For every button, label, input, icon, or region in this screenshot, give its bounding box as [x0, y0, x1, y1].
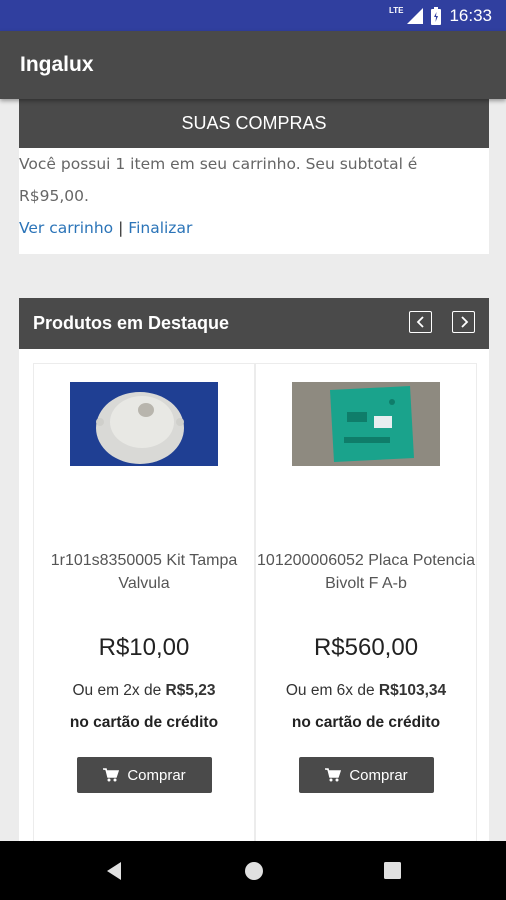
product-price: R$10,00 [98, 634, 190, 661]
cart-summary: SUAS COMPRAS Você possui 1 item em seu c… [19, 99, 489, 254]
installment-value: R$103,34 [378, 682, 447, 699]
carousel-next-button[interactable] [452, 311, 475, 333]
view-cart-link[interactable]: Ver carrinho [19, 219, 113, 237]
status-icons: LTE 16:33 [389, 5, 492, 27]
navigation-bar [0, 841, 506, 900]
product-card[interactable]: 101200006052 Placa Potencia Bivolt F A-b… [255, 363, 477, 841]
app-bar: Ingalux [0, 31, 506, 99]
cart-links: Ver carrinho | Finalizar [19, 212, 489, 244]
chevron-right-icon [460, 316, 468, 328]
featured-header: Produtos em Destaque [19, 298, 489, 349]
checkout-link[interactable]: Finalizar [128, 219, 192, 237]
app-title: Ingalux [20, 53, 94, 76]
product-name[interactable]: 1r101s8350005 Kit Tampa Valvula [34, 549, 254, 595]
home-icon[interactable] [244, 861, 264, 881]
installments-text: Ou em 6x de R$103,34 [256, 682, 476, 700]
buy-button-label: Comprar [127, 766, 186, 784]
cart-summary-text: Você possui 1 item em seu carrinho. Seu … [19, 155, 418, 205]
signal-icon [407, 8, 424, 24]
battery-icon [431, 7, 442, 25]
product-price: R$560,00 [313, 634, 419, 661]
link-separator: | [118, 219, 124, 237]
back-icon[interactable] [105, 861, 123, 881]
carousel-prev-button[interactable] [409, 311, 432, 333]
cart-header: SUAS COMPRAS [19, 99, 489, 148]
product-name[interactable]: 101200006052 Placa Potencia Bivolt F A-b [256, 549, 476, 595]
buy-button-label: Comprar [349, 766, 408, 784]
page-content[interactable]: SUAS COMPRAS Você possui 1 item em seu c… [0, 99, 506, 841]
chevron-left-icon [416, 316, 424, 328]
product-card[interactable]: 1r101s8350005 Kit Tampa Valvula R$10,00 … [33, 363, 255, 841]
shopping-cart-icon [325, 768, 342, 782]
recents-icon[interactable] [384, 862, 401, 879]
card-text: no cartão de crédito [291, 714, 441, 731]
status-bar: LTE 16:33 [0, 0, 506, 31]
clock: 16:33 [449, 6, 492, 25]
network-type: LTE [388, 5, 404, 15]
shopping-cart-icon [103, 768, 120, 782]
card-text: no cartão de crédito [69, 714, 219, 731]
featured-products: Produtos em Destaque 1r101s8350005 Kit T… [19, 298, 489, 841]
product-image[interactable] [70, 382, 218, 466]
buy-button[interactable]: Comprar [77, 757, 212, 793]
installments-prefix: Ou em 6x de [285, 682, 379, 699]
installment-value: R$5,23 [165, 682, 216, 699]
product-image[interactable] [292, 382, 440, 466]
installments-prefix: Ou em 2x de [72, 682, 166, 699]
buy-button[interactable]: Comprar [299, 757, 434, 793]
installments-text: Ou em 2x de R$5,23 [34, 682, 254, 700]
featured-title: Produtos em Destaque [33, 313, 230, 333]
